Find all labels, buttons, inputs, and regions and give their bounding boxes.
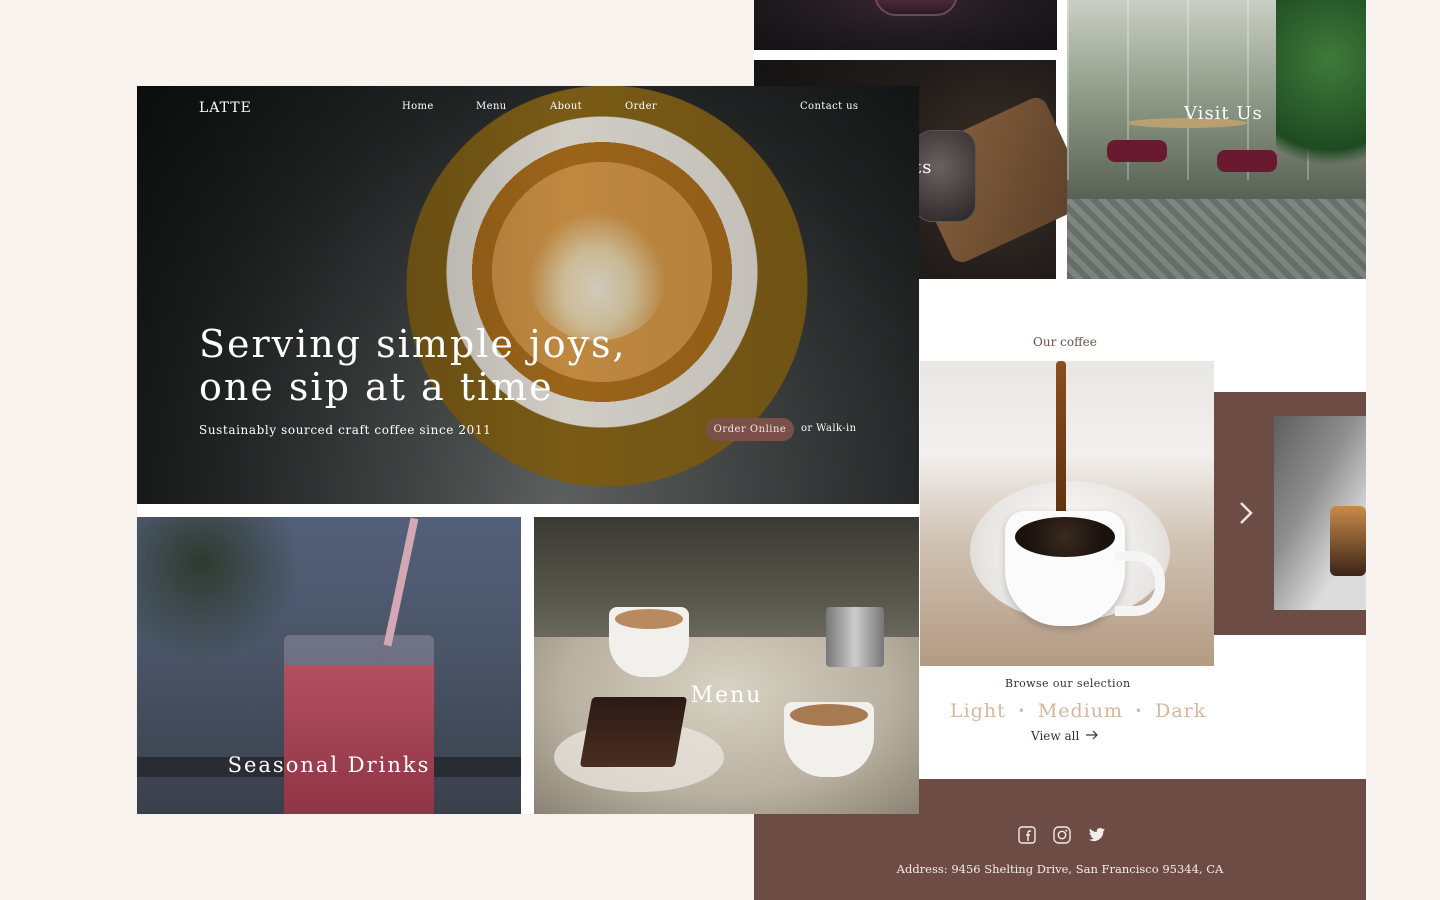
nav-home-link[interactable]: Home: [402, 101, 434, 112]
coffee-cup-image: [1005, 511, 1125, 626]
visit-us-tile[interactable]: Visit Us: [1067, 0, 1366, 279]
hero-title-line-2: one sip at a time: [199, 365, 554, 409]
latte-foam-image: [615, 609, 683, 629]
nav-menu-link[interactable]: Menu: [476, 101, 507, 112]
nav-order-link[interactable]: Order: [625, 101, 657, 112]
menu-tile[interactable]: Menu: [534, 517, 919, 814]
next-coffee-image[interactable]: [1274, 416, 1366, 610]
iced-coffee-image: [1330, 506, 1366, 576]
roast-medium-link[interactable]: Medium: [1038, 700, 1123, 722]
chevron-right-icon[interactable]: [1238, 500, 1254, 533]
stool-image: [1107, 140, 1167, 162]
cup-handle-image: [1115, 551, 1165, 616]
home-page-preview: LATTE Home Menu About Order Contact us S…: [137, 86, 919, 814]
view-all-label: View all: [1031, 729, 1080, 743]
coffee-stream-image: [1056, 361, 1066, 531]
social-links: [1018, 826, 1107, 845]
roast-filter-list: Light • Medium • Dark: [950, 700, 1206, 722]
roast-dark-link[interactable]: Dark: [1155, 700, 1206, 722]
visit-us-label: Visit Us: [1184, 103, 1263, 124]
latte-cup-image: [609, 607, 689, 677]
browse-selection-label: Browse our selection: [1005, 677, 1131, 690]
site-logo[interactable]: LATTE: [199, 100, 252, 116]
hero-subtitle: Sustainably sourced craft coffee since 2…: [199, 423, 492, 437]
seasonal-drinks-label: Seasonal Drinks: [227, 753, 431, 777]
hero-title: Serving simple joys, one sip at a time: [199, 323, 679, 409]
hero-overlay: [137, 86, 919, 504]
glass-image: [874, 0, 958, 16]
separator-dot: •: [1135, 704, 1144, 718]
tiled-floor-image: [1067, 199, 1366, 279]
walk-in-text: or Walk-in: [801, 423, 857, 434]
seasonal-drinks-tile[interactable]: Seasonal Drinks: [137, 517, 521, 814]
coffee-pour-image[interactable]: [920, 361, 1214, 666]
tree-image: [137, 517, 297, 667]
nav-about-link[interactable]: About: [550, 101, 582, 112]
hero-title-line-1: Serving simple joys,: [199, 322, 627, 366]
nav-contact-link[interactable]: Contact us: [800, 101, 858, 112]
drinks-tile-partial[interactable]: [754, 0, 1057, 50]
arrow-right-icon: [1085, 729, 1099, 743]
coffee-liquid-image: [1015, 517, 1115, 557]
stool-image: [1217, 150, 1277, 172]
footer-address: Address: 9456 Shelting Drive, San Franci…: [896, 862, 1224, 876]
instagram-icon[interactable]: [1053, 826, 1072, 845]
facebook-icon[interactable]: [1018, 826, 1037, 845]
our-coffee-heading: Our coffee: [1033, 335, 1097, 349]
order-online-button[interactable]: Order Online: [706, 418, 794, 441]
plant-image: [1276, 0, 1366, 200]
view-all-link[interactable]: View all: [1031, 729, 1099, 743]
roast-light-link[interactable]: Light: [950, 700, 1006, 722]
menu-tile-label: Menu: [690, 683, 763, 708]
hero-section: LATTE Home Menu About Order Contact us S…: [137, 86, 919, 504]
separator-dot: •: [1017, 704, 1026, 718]
straw-image: [383, 517, 419, 647]
smoothie-glass-image: [284, 635, 434, 814]
latte-cup-image: [784, 702, 874, 777]
twitter-icon[interactable]: [1088, 826, 1107, 845]
coffee-carousel-band: [1214, 392, 1366, 635]
sugar-tin-image: [826, 607, 884, 667]
